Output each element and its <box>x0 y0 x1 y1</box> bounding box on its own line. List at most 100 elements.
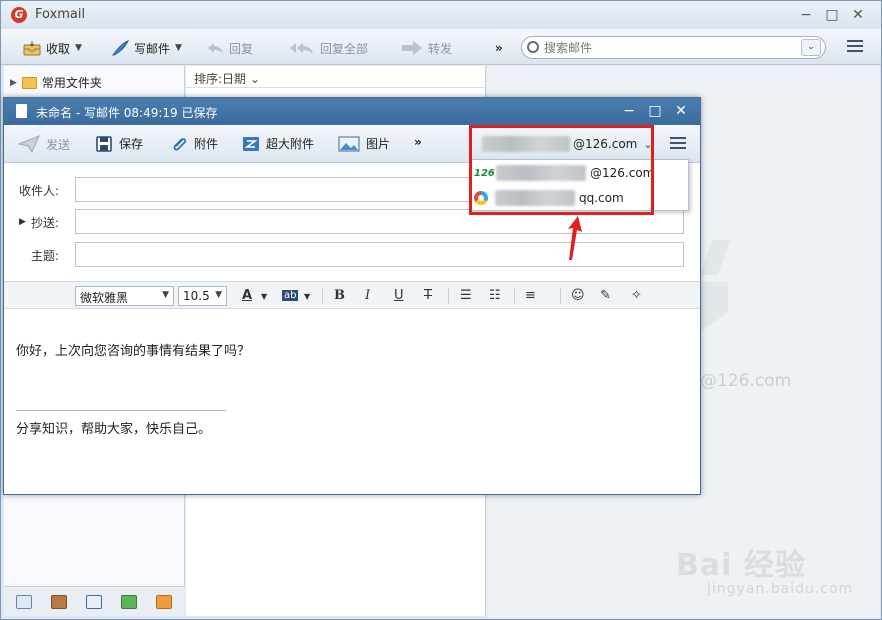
forward-label: 转发 <box>428 41 453 56</box>
compose-maximize-button[interactable]: □ <box>642 101 668 121</box>
compose-label: 写邮件 <box>134 41 171 56</box>
baidu-watermark-url: jingyan.baidu.com <box>707 581 854 597</box>
document-icon <box>16 104 27 118</box>
strikethrough-button[interactable]: T <box>424 288 432 303</box>
emoji-button[interactable]: ☺ <box>571 288 585 303</box>
bold-button[interactable]: B <box>334 288 345 303</box>
font-family-value: 微软雅黑 <box>80 291 129 305</box>
image-label: 图片 <box>366 137 391 151</box>
cc-label: 抄送: <box>31 216 60 230</box>
format-toolbar: 微软雅黑 ▼ 10.5 ▼ A ▼ ab ▼ B I U T ☰ ☷ ≡ ☺ ✎… <box>4 281 700 309</box>
format-brush-button[interactable]: ✎ <box>600 288 611 303</box>
inbox-icon <box>23 41 41 56</box>
reply-label: 回复 <box>229 41 254 56</box>
compose-title-bar: 未命名 - 写邮件 08:49:19 已保存 − □ ✕ <box>4 98 700 125</box>
paper-plane-icon <box>18 135 40 153</box>
align-button[interactable]: ≡ <box>525 288 536 303</box>
contacts-module-icon[interactable] <box>51 595 67 609</box>
send-label: 发送 <box>46 137 71 152</box>
mail-module-icon[interactable] <box>16 595 32 609</box>
magic-wand-button[interactable]: ✧ <box>631 288 642 303</box>
bullet-list-button[interactable]: ☰ <box>460 288 472 303</box>
message-body-editor[interactable]: 你好，上次向您咨询的事情有结果了吗？ 分享知识，帮助大家，快乐自己。 <box>4 310 700 494</box>
chevron-down-icon[interactable]: ▼ <box>75 43 82 53</box>
receive-button[interactable]: 收取 ▼ <box>23 38 82 58</box>
signature-divider <box>16 410 226 411</box>
subject-label: 主题: <box>31 249 60 263</box>
maximize-button[interactable]: □ <box>819 5 845 25</box>
compose-window-controls: − □ ✕ <box>616 101 694 121</box>
compose-button[interactable]: 写邮件 ▼ <box>111 38 182 58</box>
compose-title: 未命名 - 写邮件 08:49:19 已保存 <box>36 106 218 120</box>
annotation-arrow-icon <box>568 216 582 260</box>
chevron-down-icon[interactable]: ▼ <box>261 292 267 301</box>
chevron-down-icon: ▼ <box>162 290 169 300</box>
compose-close-button[interactable]: ✕ <box>668 101 694 121</box>
search-icon <box>527 41 539 53</box>
feather-pen-icon <box>111 40 129 56</box>
toolbar-divider <box>448 288 449 304</box>
notes-module-icon[interactable] <box>121 595 137 609</box>
forward-button[interactable]: 转发 <box>401 38 452 58</box>
close-button[interactable]: ✕ <box>845 5 871 25</box>
font-color-button[interactable]: A <box>242 288 252 303</box>
more-chevron-icon: » <box>495 41 503 55</box>
toolbar-divider <box>322 288 323 304</box>
chevron-down-icon[interactable]: ▼ <box>175 43 182 53</box>
folder-label: 常用文件夹 <box>41 76 102 90</box>
reply-all-label: 回复全部 <box>320 41 369 56</box>
receive-label: 收取 <box>46 41 71 56</box>
big-attach-label: 超大附件 <box>266 137 315 151</box>
compose-more-button[interactable]: » <box>414 135 422 149</box>
search-input[interactable] <box>544 39 794 56</box>
save-button[interactable]: 保存 <box>95 135 143 152</box>
expand-arrow-icon[interactable]: ▶ <box>10 78 17 88</box>
numbered-list-button[interactable]: ☷ <box>489 288 501 303</box>
search-box: ⌄ <box>521 36 826 59</box>
folder-item-common[interactable]: ▶ 常用文件夹 <box>10 74 102 91</box>
chevron-down-icon: ▼ <box>215 290 222 300</box>
calendar-module-icon[interactable] <box>86 595 102 609</box>
subject-field-row: 主题: <box>4 242 700 268</box>
font-size-select[interactable]: 10.5 ▼ <box>178 286 227 306</box>
highlight-color-button[interactable]: ab <box>282 290 299 301</box>
rss-module-icon[interactable] <box>156 595 172 609</box>
reply-icon <box>208 43 223 54</box>
main-menu-icon[interactable] <box>847 40 863 54</box>
chevron-down-icon[interactable]: ▼ <box>304 292 310 301</box>
search-dropdown-button[interactable]: ⌄ <box>801 39 821 56</box>
forward-arrow-icon <box>402 41 422 55</box>
module-switcher <box>4 586 185 616</box>
big-attach-button[interactable]: 超大附件 <box>242 135 314 152</box>
minimize-button[interactable]: − <box>793 5 819 25</box>
compose-menu-icon[interactable] <box>670 137 686 151</box>
attach-button[interactable]: 附件 <box>170 135 218 152</box>
reply-button[interactable]: 回复 <box>206 38 253 58</box>
reply-all-button[interactable]: 回复全部 <box>289 38 368 58</box>
main-toolbar: 收取 ▼ 写邮件 ▼ 回复 回复全部 转发 » ⌄ <box>1 29 881 65</box>
more-chevron-icon: » <box>414 135 422 149</box>
main-window-controls: − □ ✕ <box>793 5 871 25</box>
cc-expand-arrow-icon[interactable]: ▶ <box>19 217 26 227</box>
font-family-select[interactable]: 微软雅黑 ▼ <box>75 286 174 306</box>
paperclip-icon <box>173 137 187 150</box>
save-label: 保存 <box>119 137 144 151</box>
floppy-disk-icon <box>96 135 112 152</box>
send-button[interactable]: 发送 <box>18 135 70 153</box>
main-title-bar: G Foxmail − □ ✕ <box>1 1 881 29</box>
reply-all-icon <box>290 43 313 54</box>
app-title: Foxmail <box>35 7 86 22</box>
foxmail-logo-icon: G <box>11 7 27 23</box>
underline-button[interactable]: U <box>394 288 404 303</box>
toolbar-divider <box>514 288 515 304</box>
image-button[interactable]: 图片 <box>338 135 390 152</box>
subject-input[interactable] <box>75 242 684 267</box>
to-label: 收件人: <box>19 184 60 198</box>
italic-button[interactable]: I <box>365 288 370 303</box>
big-attachment-icon <box>243 136 259 151</box>
folder-icon <box>21 76 37 89</box>
sort-selector[interactable]: 排序:日期 ⌄ <box>186 66 486 88</box>
message-body-text: 你好，上次向您咨询的事情有结果了吗？ <box>16 344 251 359</box>
compose-minimize-button[interactable]: − <box>616 101 642 121</box>
toolbar-more-button[interactable]: » <box>495 38 503 58</box>
